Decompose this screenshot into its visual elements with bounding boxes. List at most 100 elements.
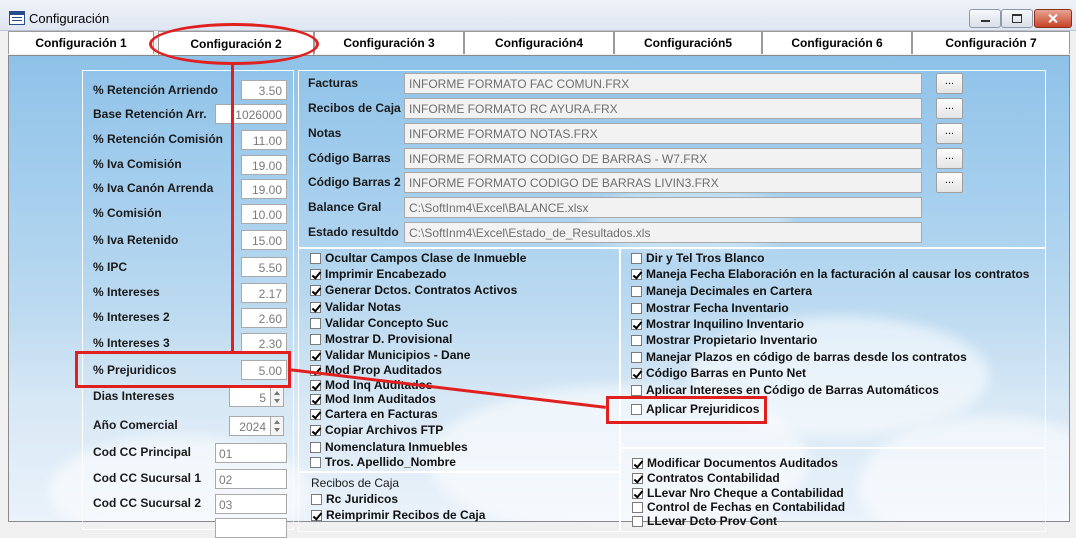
checkbox-checked[interactable] bbox=[631, 318, 642, 330]
option-checkbox[interactable]: Generar Dctos. Contratos Activos bbox=[310, 283, 517, 297]
option-checkbox[interactable]: Validar Municipios - Dane bbox=[310, 348, 470, 362]
option-checkbox[interactable]: Dir y Tel Tros Blanco bbox=[631, 251, 764, 265]
checkbox-unchecked[interactable] bbox=[632, 501, 643, 513]
tab-configuracion-5[interactable]: Configuración5 bbox=[614, 31, 762, 54]
tab-configuracion-1[interactable]: Configuración 1 bbox=[8, 31, 154, 54]
estado-resultado-path[interactable]: C:\SoftInm4\Excel\Estado_de_Resultados.x… bbox=[404, 222, 922, 243]
ano-comercial-input[interactable]: 2024 bbox=[229, 416, 271, 436]
cc-principal-input[interactable]: 01 bbox=[215, 443, 287, 463]
ipc-input[interactable]: 5.50 bbox=[241, 257, 287, 277]
checkbox-unchecked[interactable] bbox=[631, 384, 642, 396]
checkbox-checked[interactable] bbox=[310, 393, 321, 405]
tab-configuracion-7[interactable]: Configuración 7 bbox=[912, 31, 1070, 54]
option-checkbox[interactable]: Validar Notas bbox=[310, 300, 401, 314]
codigo-barras-2-path[interactable]: INFORME FORMATO CODIGO DE BARRAS LIVIN3.… bbox=[404, 172, 922, 193]
option-checkbox[interactable]: Nomenclatura Inmuebles bbox=[310, 440, 468, 454]
codigo-barras-path[interactable]: INFORME FORMATO CODIGO DE BARRAS - W7.FR… bbox=[404, 148, 922, 169]
checkbox-unchecked[interactable] bbox=[310, 252, 321, 264]
base-retencion-input[interactable]: 1026000 bbox=[215, 104, 287, 124]
option-checkbox[interactable]: Mostrar Fecha Inventario bbox=[631, 301, 789, 315]
option-checkbox[interactable]: Mostrar Inquilino Inventario bbox=[631, 317, 804, 331]
intereses-input[interactable]: 2.17 bbox=[241, 283, 287, 303]
checkbox-checked[interactable] bbox=[632, 472, 643, 484]
checkbox-checked[interactable] bbox=[310, 379, 321, 391]
checkbox-unchecked[interactable] bbox=[631, 351, 642, 363]
recibos-path[interactable]: INFORME FORMATO RC AYURA.FRX bbox=[404, 98, 922, 119]
checkbox-unchecked[interactable] bbox=[310, 333, 321, 345]
minimize-button[interactable] bbox=[969, 9, 1001, 28]
dias-intereses-spinner[interactable] bbox=[270, 387, 284, 407]
cc-sucursal-2-input[interactable]: 03 bbox=[215, 494, 287, 514]
option-checkbox[interactable]: Reimprimir Recibos de Caja bbox=[311, 508, 485, 522]
option-checkbox[interactable]: Maneja Decimales en Cartera bbox=[631, 284, 812, 298]
tab-configuracion-3[interactable]: Configuración 3 bbox=[314, 31, 464, 54]
checkbox-checked[interactable] bbox=[631, 367, 642, 379]
checkbox-checked[interactable] bbox=[310, 284, 321, 296]
ano-comercial-spinner[interactable] bbox=[270, 416, 284, 436]
checkbox-unchecked[interactable] bbox=[631, 252, 642, 264]
option-checkbox[interactable]: Modificar Documentos Auditados bbox=[632, 456, 838, 470]
checkbox-checked[interactable] bbox=[310, 424, 321, 436]
option-checkbox[interactable]: Copiar Archivos FTP bbox=[310, 423, 443, 437]
option-checkbox[interactable]: Aplicar Intereses en Código de Barras Au… bbox=[631, 383, 939, 397]
cc-extra-input[interactable] bbox=[215, 518, 287, 538]
tab-configuracion-6[interactable]: Configuración 6 bbox=[762, 31, 912, 54]
option-checkbox[interactable]: Imprimir Encabezado bbox=[310, 267, 446, 281]
dias-intereses-input[interactable]: 5 bbox=[229, 387, 271, 407]
iva-canon-input[interactable]: 19.00 bbox=[241, 179, 287, 199]
notas-browse-button[interactable]: ... bbox=[936, 123, 963, 144]
checkbox-unchecked[interactable] bbox=[631, 334, 642, 346]
close-button[interactable] bbox=[1034, 9, 1072, 28]
recibos-browse-button[interactable]: ... bbox=[936, 98, 963, 119]
intereses-3-input[interactable]: 2.30 bbox=[241, 333, 287, 353]
checkbox-unchecked[interactable] bbox=[631, 285, 642, 297]
option-checkbox[interactable]: Código Barras en Punto Net bbox=[631, 366, 806, 380]
option-checkbox[interactable]: Ocultar Campos Clase de Inmueble bbox=[310, 251, 526, 265]
iva-comision-input[interactable]: 19.00 bbox=[241, 155, 287, 175]
option-checkbox[interactable]: Rc Juridicos bbox=[311, 492, 398, 506]
checkbox-checked[interactable] bbox=[310, 408, 321, 420]
option-checkbox[interactable]: Mostrar Propietario Inventario bbox=[631, 333, 817, 347]
checkbox-checked[interactable] bbox=[311, 509, 322, 521]
balance-path[interactable]: C:\SoftInm4\Excel\BALANCE.xlsx bbox=[404, 197, 922, 218]
option-checkbox[interactable]: Contratos Contabilidad bbox=[632, 471, 780, 485]
checkbox-checked[interactable] bbox=[632, 487, 643, 499]
comision-input[interactable]: 10.00 bbox=[241, 204, 287, 224]
tab-configuracion-4[interactable]: Configuración4 bbox=[464, 31, 614, 54]
facturas-browse-button[interactable]: ... bbox=[936, 73, 963, 94]
option-label: Validar Notas bbox=[325, 300, 402, 314]
retencion-arriendo-input[interactable]: 3.50 bbox=[241, 80, 287, 100]
checkbox-checked[interactable] bbox=[310, 349, 321, 361]
checkbox-unchecked[interactable] bbox=[310, 456, 321, 468]
iva-retenido-input[interactable]: 15.00 bbox=[241, 230, 287, 250]
maximize-button[interactable] bbox=[1001, 9, 1033, 28]
codigo-barras-2-browse-button[interactable]: ... bbox=[936, 172, 963, 193]
option-checkbox[interactable]: Mod Inm Auditados bbox=[310, 392, 436, 406]
option-checkbox[interactable]: Control de Fechas en Contabilidad bbox=[632, 500, 845, 514]
checkbox-checked[interactable] bbox=[631, 268, 642, 280]
option-checkbox[interactable]: Validar Concepto Suc bbox=[310, 316, 448, 330]
checkbox-unchecked[interactable] bbox=[310, 441, 321, 453]
intereses-2-input[interactable]: 2.60 bbox=[241, 308, 287, 328]
option-checkbox[interactable]: Maneja Fecha Elaboración en la facturaci… bbox=[631, 267, 1029, 281]
option-checkbox[interactable]: Tros. Apellido_Nombre bbox=[310, 455, 456, 469]
option-label: Rc Juridicos bbox=[326, 492, 399, 506]
checkbox-checked[interactable] bbox=[632, 457, 643, 469]
checkbox-unchecked[interactable] bbox=[632, 515, 643, 527]
option-checkbox[interactable]: Mostrar D. Provisional bbox=[310, 332, 452, 346]
cc-sucursal-1-input[interactable]: 02 bbox=[215, 469, 287, 489]
checkbox-unchecked[interactable] bbox=[311, 493, 322, 505]
checkbox-checked[interactable] bbox=[310, 301, 321, 313]
option-label: Modificar Documentos Auditados bbox=[647, 456, 838, 470]
option-checkbox[interactable]: Manejar Plazos en código de barras desde… bbox=[631, 350, 967, 364]
codigo-barras-browse-button[interactable]: ... bbox=[936, 148, 963, 169]
facturas-path[interactable]: INFORME FORMATO FAC COMUN.FRX bbox=[404, 73, 922, 94]
option-checkbox[interactable]: Cartera en Facturas bbox=[310, 407, 438, 421]
option-checkbox[interactable]: LLevar Nro Cheque a Contabilidad bbox=[632, 486, 844, 500]
notas-path[interactable]: INFORME FORMATO NOTAS.FRX bbox=[404, 123, 922, 144]
checkbox-checked[interactable] bbox=[310, 268, 321, 280]
option-checkbox[interactable]: LLevar Dcto Prov Cont bbox=[632, 514, 777, 528]
checkbox-unchecked[interactable] bbox=[310, 317, 321, 329]
checkbox-unchecked[interactable] bbox=[631, 302, 642, 314]
retencion-comision-input[interactable]: 11.00 bbox=[241, 130, 287, 150]
